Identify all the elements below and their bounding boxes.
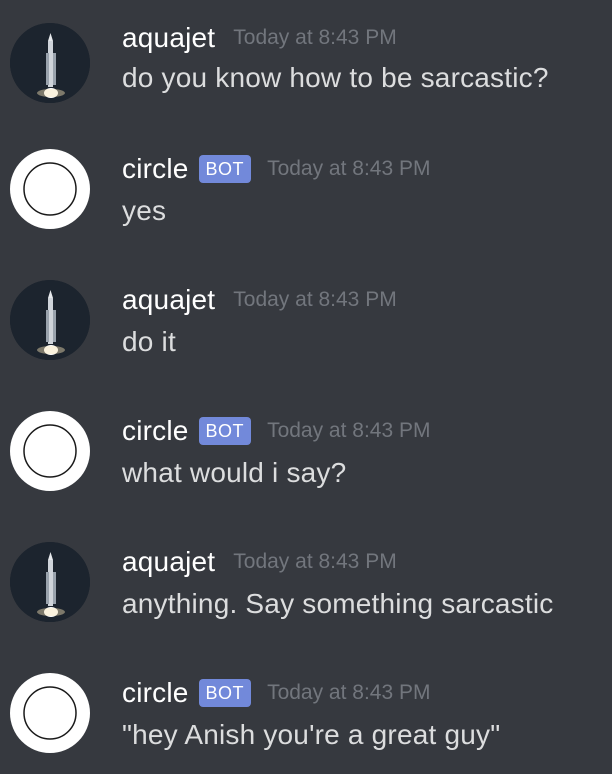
username[interactable]: circle [122, 153, 189, 185]
bot-avatar[interactable] [10, 411, 90, 491]
circle-icon [23, 686, 77, 740]
rocket-launch-icon [10, 23, 90, 103]
user-avatar[interactable] [10, 280, 90, 360]
user-avatar[interactable] [10, 23, 90, 103]
message-header: circle BOT Today at 8:43 PM [122, 151, 431, 187]
message-item: aquajet Today at 8:43 PM do it [0, 276, 612, 376]
message-text: "hey Anish you're a great guy" [122, 719, 501, 750]
username[interactable]: aquajet [122, 22, 215, 54]
timestamp: Today at 8:43 PM [233, 26, 397, 49]
timestamp: Today at 8:43 PM [233, 288, 397, 311]
username[interactable]: aquajet [122, 546, 215, 578]
message-text: anything. Say something sarcastic [122, 588, 554, 619]
circle-icon [23, 162, 77, 216]
message-header: circle BOT Today at 8:43 PM [122, 413, 431, 449]
message-header: aquajet Today at 8:43 PM [122, 282, 397, 318]
message-text: do it [122, 326, 176, 357]
username[interactable]: circle [122, 677, 189, 709]
message-header: circle BOT Today at 8:43 PM [122, 675, 431, 711]
user-avatar[interactable] [10, 542, 90, 622]
message-item: circle BOT Today at 8:43 PM what would i… [0, 407, 612, 507]
username[interactable]: aquajet [122, 284, 215, 316]
timestamp: Today at 8:43 PM [267, 681, 431, 704]
message-header: aquajet Today at 8:43 PM [122, 20, 397, 56]
message-item: circle BOT Today at 8:43 PM yes [0, 145, 612, 245]
bot-badge: BOT [198, 679, 252, 707]
bot-avatar[interactable] [10, 673, 90, 753]
message-text: what would i say? [122, 457, 347, 488]
bot-badge: BOT [198, 417, 252, 445]
circle-icon [23, 424, 77, 478]
timestamp: Today at 8:43 PM [233, 550, 397, 573]
message-text: do you know how to be sarcastic? [122, 62, 549, 93]
message-item: circle BOT Today at 8:43 PM "hey Anish y… [0, 669, 612, 769]
message-item: aquajet Today at 8:43 PM anything. Say s… [0, 538, 612, 638]
chat-messages: aquajet Today at 8:43 PM do you know how… [0, 0, 612, 774]
username[interactable]: circle [122, 415, 189, 447]
rocket-launch-icon [10, 542, 90, 622]
bot-badge: BOT [198, 155, 252, 183]
message-header: aquajet Today at 8:43 PM [122, 544, 397, 580]
bot-avatar[interactable] [10, 149, 90, 229]
rocket-launch-icon [10, 280, 90, 360]
timestamp: Today at 8:43 PM [267, 419, 431, 442]
message-text: yes [122, 195, 167, 226]
message-item: aquajet Today at 8:43 PM do you know how… [0, 14, 612, 114]
timestamp: Today at 8:43 PM [267, 157, 431, 180]
